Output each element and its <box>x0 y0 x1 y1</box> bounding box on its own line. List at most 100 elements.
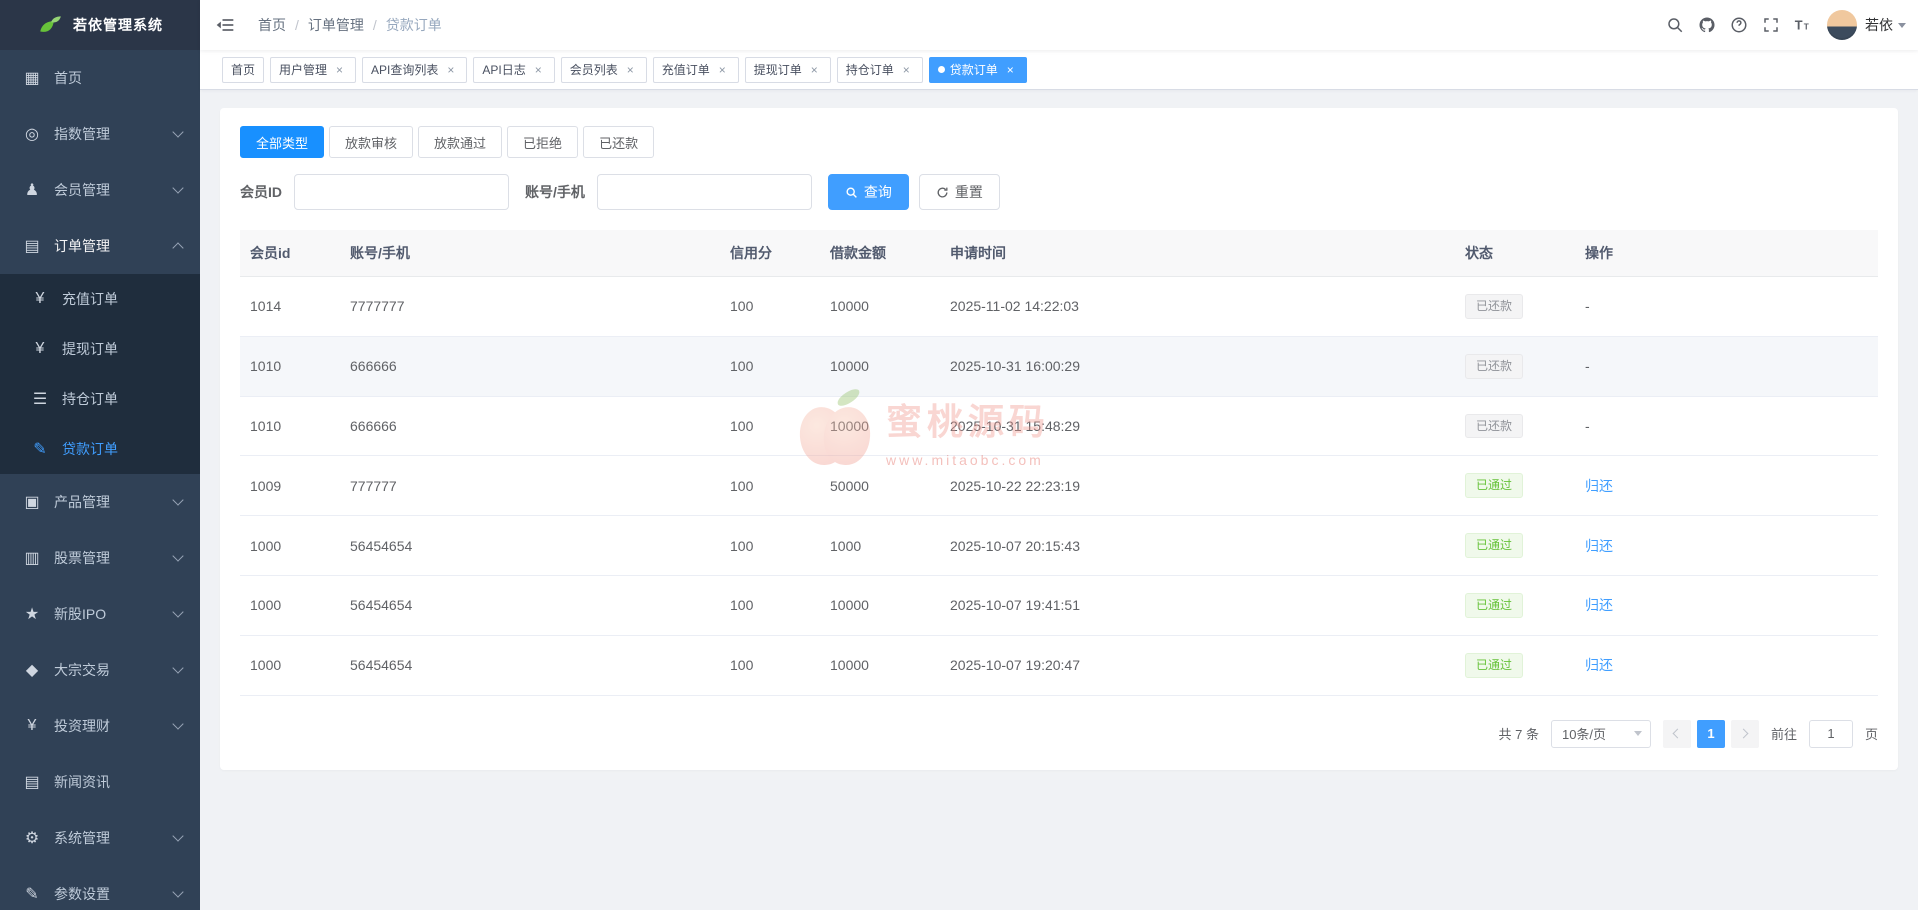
caret-down-icon <box>1898 23 1906 28</box>
cell-account: 56454654 <box>340 575 720 635</box>
repay-link[interactable]: 归还 <box>1585 538 1613 554</box>
sidebar-item-label: 提现订单 <box>62 339 182 359</box>
close-icon[interactable]: × <box>332 62 347 77</box>
cell-status: 已通过 <box>1455 516 1575 576</box>
chevron-up-icon <box>172 242 183 253</box>
cell-time: 2025-10-22 22:23:19 <box>940 456 1455 516</box>
status-badge: 已还款 <box>1465 414 1523 439</box>
reset-button-label: 重置 <box>955 182 983 202</box>
cell-amount: 10000 <box>820 635 940 695</box>
submenu-order-mgmt: ¥充值订单¥提现订单☰持仓订单✎贷款订单 <box>0 274 200 474</box>
cell-member_id: 1010 <box>240 336 340 396</box>
close-icon[interactable]: × <box>899 62 914 77</box>
column-header-3: 借款金额 <box>820 230 940 277</box>
chevron-down-icon <box>172 494 183 505</box>
main-content: 全部类型放款审核放款通过已拒绝已还款 会员ID 账号/手机 查询 重置 <box>200 90 1918 910</box>
tag-home[interactable]: 首页 <box>222 57 264 83</box>
github-icon[interactable] <box>1691 0 1723 50</box>
sidebar-item-news[interactable]: ▤新闻资讯 <box>0 754 200 810</box>
navbar-right: TT 若依 <box>1659 0 1918 50</box>
fullscreen-icon[interactable] <box>1755 0 1787 50</box>
close-icon[interactable]: × <box>715 62 730 77</box>
cell-amount: 10000 <box>820 575 940 635</box>
sidebar-item-label: 首页 <box>54 68 182 88</box>
tag-api-log[interactable]: API日志× <box>473 57 554 83</box>
sidebar-item-order-mgmt[interactable]: ▤订单管理 <box>0 218 200 274</box>
sidebar-item-system-mgmt[interactable]: ⚙系统管理 <box>0 810 200 866</box>
cell-status: 已还款 <box>1455 396 1575 456</box>
username[interactable]: 若依 <box>1865 15 1893 35</box>
close-icon[interactable]: × <box>623 62 638 77</box>
cell-account: 56454654 <box>340 516 720 576</box>
breadcrumb-home[interactable]: 首页 <box>258 15 286 35</box>
prev-page-button[interactable] <box>1663 720 1691 748</box>
cell-amount: 1000 <box>820 516 940 576</box>
close-icon[interactable]: × <box>443 62 458 77</box>
sidebar-item-index-mgmt[interactable]: ◎指数管理 <box>0 106 200 162</box>
hamburger-icon[interactable] <box>200 0 250 50</box>
status-badge: 已还款 <box>1465 294 1523 319</box>
sidebar-item-position-orders[interactable]: ☰持仓订单 <box>0 374 200 424</box>
type-tab-passed[interactable]: 放款通过 <box>418 126 502 158</box>
account-input[interactable] <box>597 174 812 210</box>
sidebar-item-product-mgmt[interactable]: ▣产品管理 <box>0 474 200 530</box>
sidebar-item-member-mgmt[interactable]: ♟会员管理 <box>0 162 200 218</box>
reset-button[interactable]: 重置 <box>919 174 1000 210</box>
search-icon <box>845 186 858 199</box>
app-logo[interactable]: 若依管理系统 <box>0 0 200 50</box>
page-size-value: 10条/页 <box>1562 724 1606 743</box>
tag-recharge-orders[interactable]: 充值订单× <box>653 57 739 83</box>
sidebar-item-param-settings[interactable]: ✎参数设置 <box>0 866 200 910</box>
right-arrow-icon <box>1739 729 1749 739</box>
cell-account: 56454654 <box>340 635 720 695</box>
tag-loan-orders[interactable]: 贷款订单× <box>929 57 1027 83</box>
tag-member-list[interactable]: 会员列表× <box>561 57 647 83</box>
close-icon[interactable]: × <box>531 62 546 77</box>
help-icon[interactable] <box>1723 0 1755 50</box>
sidebar-item-recharge-orders[interactable]: ¥充值订单 <box>0 274 200 324</box>
search-button[interactable]: 查询 <box>828 174 909 210</box>
tag-position-orders[interactable]: 持仓订单× <box>837 57 923 83</box>
cell-action: 归还 <box>1575 635 1878 695</box>
font-size-icon[interactable]: TT <box>1787 0 1819 50</box>
cell-member_id: 1000 <box>240 635 340 695</box>
close-icon[interactable]: × <box>1003 62 1018 77</box>
type-tab-rejected[interactable]: 已拒绝 <box>507 126 578 158</box>
page-size-select[interactable]: 10条/页 <box>1551 720 1651 748</box>
sidebar-item-loan-orders[interactable]: ✎贷款订单 <box>0 424 200 474</box>
member-icon: ♟ <box>20 180 44 200</box>
sidebar-item-investment[interactable]: ¥投资理财 <box>0 698 200 754</box>
member-id-input[interactable] <box>294 174 509 210</box>
sidebar-item-withdraw-orders[interactable]: ¥提现订单 <box>0 324 200 374</box>
sidebar: 若依管理系统 ▦首页◎指数管理♟会员管理▤订单管理¥充值订单¥提现订单☰持仓订单… <box>0 0 200 910</box>
repay-link[interactable]: 归还 <box>1585 657 1613 673</box>
tag-api-query-list[interactable]: API查询列表× <box>362 57 467 83</box>
goto-page-input[interactable] <box>1809 720 1853 748</box>
table-row: 10005645465410010002025-10-07 20:15:43已通… <box>240 516 1878 576</box>
table-body: 10147777777100100002025-11-02 14:22:03已还… <box>240 277 1878 696</box>
sidebar-item-stock-mgmt[interactable]: ▥股票管理 <box>0 530 200 586</box>
page-1-button[interactable]: 1 <box>1697 720 1725 748</box>
breadcrumb-order-mgmt[interactable]: 订单管理 <box>308 15 364 35</box>
sidebar-item-home[interactable]: ▦首页 <box>0 50 200 106</box>
close-icon[interactable]: × <box>807 62 822 77</box>
tag-user-mgmt[interactable]: 用户管理× <box>270 57 356 83</box>
repay-link[interactable]: 归还 <box>1585 478 1613 494</box>
cell-amount: 10000 <box>820 277 940 337</box>
cell-status: 已还款 <box>1455 277 1575 337</box>
type-tab-review[interactable]: 放款审核 <box>329 126 413 158</box>
type-tab-all[interactable]: 全部类型 <box>240 126 324 158</box>
breadcrumb-separator: / <box>373 17 377 33</box>
tag-withdraw-orders[interactable]: 提现订单 × <box>745 57 831 83</box>
type-tab-repaid[interactable]: 已还款 <box>583 126 654 158</box>
sidebar-item-new-stock-ipo[interactable]: ★新股IPO <box>0 586 200 642</box>
tag-label: 提现订单 <box>754 61 802 78</box>
next-page-button[interactable] <box>1731 720 1759 748</box>
avatar[interactable] <box>1827 10 1857 40</box>
column-header-4: 申请时间 <box>940 230 1455 277</box>
cell-status: 已通过 <box>1455 575 1575 635</box>
sidebar-item-block-trade[interactable]: ◆大宗交易 <box>0 642 200 698</box>
cell-credit: 100 <box>720 456 820 516</box>
search-icon[interactable] <box>1659 0 1691 50</box>
repay-link[interactable]: 归还 <box>1585 597 1613 613</box>
